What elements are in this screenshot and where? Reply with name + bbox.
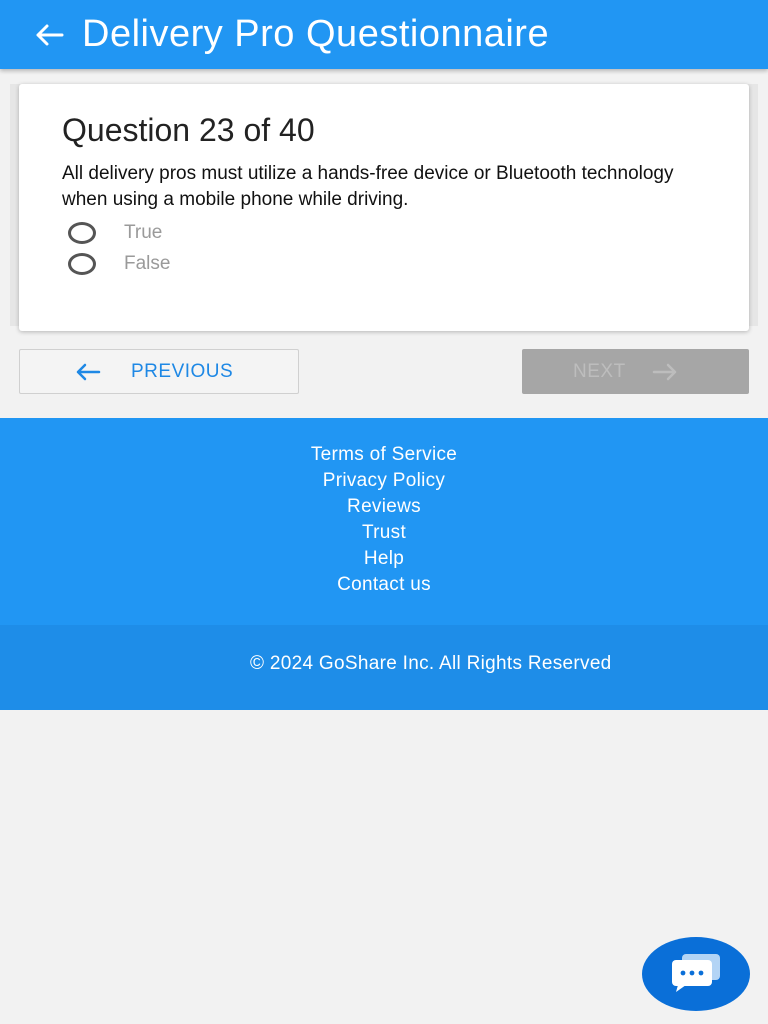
radio-button[interactable] (68, 252, 96, 275)
help-link[interactable]: Help (364, 546, 404, 572)
copyright-text: © 2024 GoShare Inc. All Rights Reserved (250, 653, 612, 674)
next-button[interactable]: NEXT (522, 349, 749, 394)
back-arrow-icon[interactable] (34, 20, 64, 50)
terms-of-service-link[interactable]: Terms of Service (311, 442, 457, 468)
chat-button[interactable] (642, 937, 750, 1011)
option-label: True (124, 221, 163, 243)
previous-label: PREVIOUS (131, 360, 234, 382)
option-false[interactable]: False (62, 248, 707, 279)
option-label: False (124, 252, 171, 274)
previous-button[interactable]: PREVIOUS (19, 349, 299, 394)
option-true[interactable]: True (62, 217, 707, 248)
answer-options: True False (62, 217, 707, 279)
reviews-link[interactable]: Reviews (347, 494, 421, 520)
contact-us-link[interactable]: Contact us (337, 572, 431, 598)
trust-link[interactable]: Trust (362, 520, 406, 546)
app-bar: Delivery Pro Questionnaire (0, 0, 768, 69)
privacy-policy-link[interactable]: Privacy Policy (323, 468, 445, 494)
question-text: All delivery pros must utilize a hands-f… (62, 163, 674, 210)
next-label: NEXT (573, 360, 626, 382)
footer-copyright-bar: © 2024 GoShare Inc. All Rights Reserved (0, 625, 768, 710)
question-card: Question 23 of 40 All delivery pros must… (19, 84, 749, 331)
question-heading: Question 23 of 40 (62, 112, 315, 148)
chat-bubble-icon (668, 952, 724, 997)
page-title: Delivery Pro Questionnaire (82, 13, 550, 55)
footer-links: Terms of Service Privacy Policy Reviews … (0, 418, 768, 625)
arrow-left-icon (75, 362, 101, 382)
arrow-right-icon (652, 362, 678, 382)
radio-button[interactable] (68, 221, 96, 244)
